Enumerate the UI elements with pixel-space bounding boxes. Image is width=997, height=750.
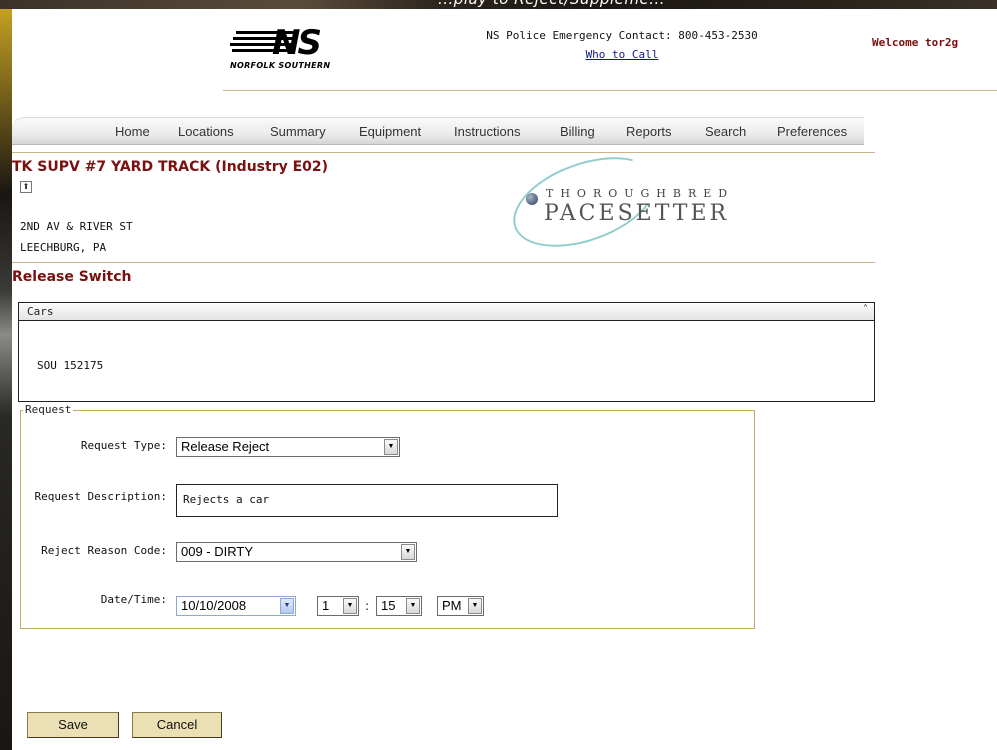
location-divider [12, 262, 875, 263]
police-contact: NS Police Emergency Contact: 800-453-253… [452, 29, 792, 61]
save-button[interactable]: Save [27, 712, 119, 738]
logo-subtitle: NORFOLK SOUTHERN [230, 61, 331, 70]
nav-search[interactable]: Search [705, 124, 746, 139]
pacesetter-line1: THOROUGHBRED [546, 187, 735, 200]
location-title: TK SUPV #7 YARD TRACK (Industry E02) [12, 159, 329, 175]
cars-panel-title: Cars [27, 305, 54, 318]
nav-summary[interactable]: Summary [270, 124, 326, 139]
address-line-1: 2ND AV & RIVER ST [20, 220, 133, 233]
minute-select[interactable]: 15 ▼ [376, 596, 422, 616]
nav-billing[interactable]: Billing [560, 124, 595, 139]
logo-mark: NS [272, 23, 322, 63]
who-to-call-link[interactable]: Who to Call [586, 48, 659, 61]
dropdown-arrow-icon: ▼ [343, 598, 357, 614]
welcome-user: Welcome tor2g [872, 36, 959, 49]
request-type-select[interactable]: Release Reject ▼ [176, 437, 400, 457]
nav-equipment[interactable]: Equipment [359, 124, 421, 139]
reject-reason-value: 009 - DIRTY [181, 544, 254, 559]
address-line-2: LEECHBURG, PA [20, 241, 107, 254]
cars-panel-header: Cars ˄ [19, 303, 874, 321]
hour-select[interactable]: 1 ▼ [317, 596, 359, 616]
date-value: 10/10/2008 [181, 598, 247, 613]
reject-reason-select[interactable]: 009 - DIRTY ▼ [176, 542, 417, 562]
pacesetter-line2: PACESETTER [544, 201, 730, 226]
thoroughbred-pacesetter-logo: THOROUGHBRED PACESETTER [501, 139, 762, 265]
cancel-button[interactable]: Cancel [132, 712, 222, 738]
datetime-label: Date/Time: [100, 593, 167, 606]
description-label: Request Description: [34, 490, 167, 503]
collapse-up-icon[interactable]: ⬆ [20, 181, 32, 193]
nav-preferences[interactable]: Preferences [777, 124, 847, 139]
minute-value: 15 [381, 598, 396, 613]
hour-value: 1 [322, 598, 330, 613]
nav-home[interactable]: Home [115, 124, 150, 139]
request-description-input[interactable]: Rejects a car [176, 484, 558, 517]
top-overlay-text: ...play to Reject/Suppleme... [438, 0, 665, 8]
time-separator: : [365, 599, 370, 613]
police-contact-text: NS Police Emergency Contact: 800-453-253… [486, 29, 758, 42]
top-background-strip: ...play to Reject/Suppleme... [0, 0, 997, 9]
pacesetter-sphere-icon [526, 193, 538, 205]
main-nav: Home Locations Summary Equipment Instruc… [12, 117, 864, 145]
nav-locations[interactable]: Locations [178, 124, 234, 139]
date-picker[interactable]: 10/10/2008 ▼ [176, 596, 296, 616]
car-item: SOU 152175 [37, 359, 104, 372]
section-title: Release Switch [12, 269, 132, 285]
main-page: NS NORFOLK SOUTHERN NS Police Emergency … [12, 9, 997, 750]
request-type-label: Request Type: [80, 439, 167, 452]
norfolk-southern-logo[interactable]: NS NORFOLK SOUTHERN [230, 23, 376, 73]
dropdown-arrow-icon: ▼ [468, 598, 482, 614]
header-divider [223, 90, 997, 91]
reject-reason-label: Reject Reason Code: [41, 544, 167, 557]
cars-panel: Cars ˄ SOU 152175 [18, 302, 875, 402]
ampm-select[interactable]: PM ▼ [437, 596, 484, 616]
collapse-up-icon[interactable]: ˄ [863, 304, 868, 315]
nav-instructions[interactable]: Instructions [454, 124, 520, 139]
request-fieldset: Request Request Type: Release Reject ▼ R… [20, 403, 755, 629]
dropdown-arrow-icon: ▼ [401, 544, 415, 560]
nav-divider [12, 152, 875, 153]
request-type-value: Release Reject [181, 439, 270, 454]
calendar-dropdown-icon[interactable]: ▼ [280, 598, 294, 614]
dropdown-arrow-icon: ▼ [384, 439, 398, 455]
dropdown-arrow-icon: ▼ [406, 598, 420, 614]
request-legend: Request [23, 403, 74, 416]
nav-reports[interactable]: Reports [626, 124, 672, 139]
ampm-value: PM [442, 598, 462, 613]
left-background-rail [0, 9, 12, 750]
